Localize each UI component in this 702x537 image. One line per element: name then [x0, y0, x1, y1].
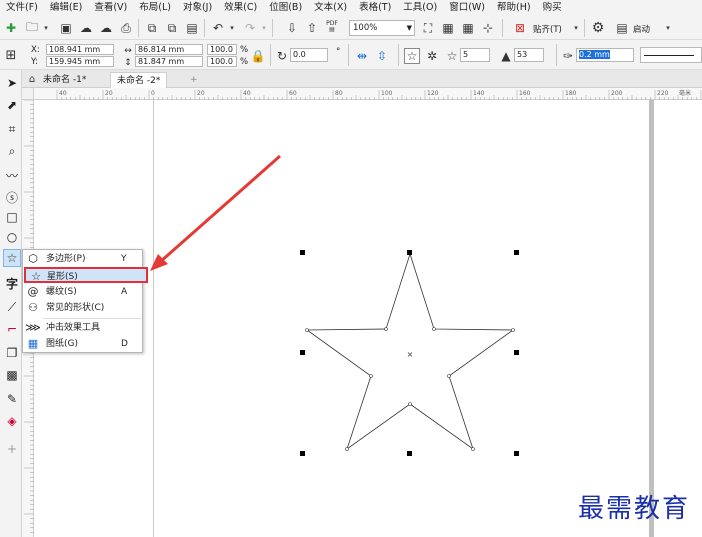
flyout-item-polygon[interactable]: ⬡ 多边形(P) Y: [23, 251, 142, 267]
flyout-label: 图纸(G): [46, 339, 78, 349]
common-shapes-icon: ⚇: [28, 301, 38, 314]
flyout-item-common-shapes[interactable]: ⚇ 常见的形状(C): [23, 300, 142, 316]
spiral-icon: @: [27, 285, 39, 298]
annotation-arrow: [159, 154, 281, 264]
flyout-item-impact[interactable]: ⋙ 冲击效果工具: [23, 320, 142, 336]
flyout-label: 多边形(P): [46, 254, 86, 264]
watermark: 最需教育: [578, 494, 691, 524]
center-marker: ×: [407, 350, 414, 359]
star-nodes: [305, 327, 515, 451]
flyout-separator: [43, 318, 141, 319]
graph-paper-icon: ▦: [27, 337, 39, 350]
app-window: 文件(F) 编辑(E) 查看(V) 布局(L) 对象(J) 效果(C) 位图(B) 文本(X)…: [0, 0, 702, 537]
flyout-shortcut: Y: [121, 254, 127, 264]
flyout-item-star[interactable]: ☆ 星形(S): [24, 267, 148, 283]
shape-tool-flyout: ⬡ 多边形(P) Y ☆ 星形(S) @ 螺纹(S) A ⚇ 常见的形状(C) …: [22, 249, 148, 353]
star-icon: ☆: [31, 270, 41, 283]
flyout-item-spiral[interactable]: @ 螺纹(S) A: [23, 284, 142, 300]
polygon-icon: ⬡: [28, 252, 38, 265]
impact-icon: ⋙: [25, 321, 41, 334]
flyout-label: 星形(S): [47, 272, 78, 282]
flyout-label: 冲击效果工具: [46, 323, 101, 333]
flyout-shortcut: A: [121, 287, 128, 297]
flyout-label: 螺纹(S): [46, 287, 77, 297]
flyout-label: 常见的形状(C): [46, 303, 105, 313]
flyout-item-graph-paper[interactable]: ▦ 图纸(G) D: [23, 336, 142, 352]
flyout-shortcut: D: [121, 339, 128, 349]
